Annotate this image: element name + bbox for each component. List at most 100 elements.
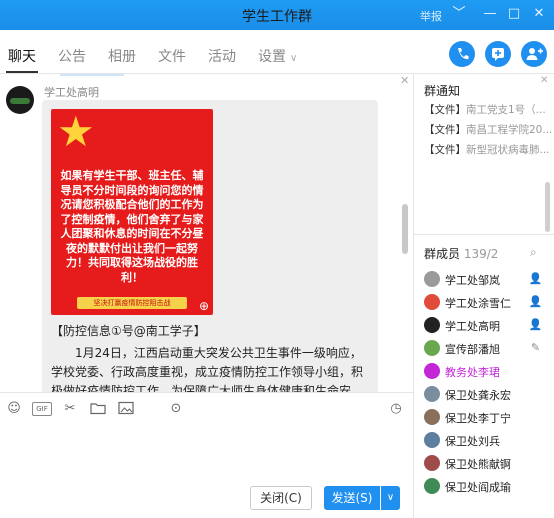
member-item[interactable]: 教务处李珺 <box>414 360 554 382</box>
members-label: 群成员 <box>424 247 461 261</box>
avatar[interactable] <box>6 86 34 114</box>
send-options-chevron-icon[interactable]: ∨ <box>381 486 400 510</box>
notice-item[interactable]: 【文件】南工党支1号（... <box>424 102 552 117</box>
chevron-down-icon: ∨ <box>290 53 298 64</box>
message-body: 1月24日，江西启动重大突发公共卫生事件一级响应，学校党委、行政高度重视，成立疫… <box>51 346 364 392</box>
gif-icon[interactable]: GIF <box>32 402 52 416</box>
notice-text: 南工党支1号（... <box>466 104 546 116</box>
avatar[interactable] <box>424 363 440 379</box>
zoom-icon[interactable]: ⊕ <box>199 299 209 313</box>
member-item[interactable]: 学工处高明 👤 <box>414 314 554 336</box>
notice-scrollbar[interactable] <box>545 182 550 232</box>
member-name: 教务处李珺 <box>445 366 500 379</box>
tab-settings-label: 设置 <box>258 49 286 65</box>
notice-tag: 【文件】 <box>424 104 466 116</box>
tab-bar: 聊天 公告 相册 文件 活动 设置 ∨ <box>0 30 554 74</box>
menu-chevron-icon[interactable]: ﹀ <box>450 5 468 23</box>
owner-badge-icon: 👤 <box>528 272 543 285</box>
avatar[interactable] <box>424 340 440 356</box>
avatar[interactable] <box>424 455 440 471</box>
avatar[interactable] <box>424 386 440 402</box>
poster-image[interactable]: ★ 如果有学生干部、班主任、辅导员不分时间段的询问您的情况请您积极配合他们的工作… <box>51 109 213 315</box>
send-button[interactable]: 发送(S) <box>324 486 380 510</box>
image-icon[interactable] <box>118 401 134 417</box>
edit-icon[interactable]: ✎ <box>528 340 543 355</box>
title-bar: 学生工作群 举报 ﹀ — □ ✕ <box>0 0 554 30</box>
avatar[interactable] <box>424 478 440 494</box>
input-toolbar: ☺ GIF ✂ ⊙ ◷ <box>0 392 413 426</box>
chat-area[interactable]: 学工处高明 ★ 如果有学生干部、班主任、辅导员不分时间段的询问您的情况请您积极配… <box>0 74 413 392</box>
member-item[interactable]: 保卫处李丁宁 <box>414 406 554 428</box>
chat-scrollbar[interactable] <box>402 204 408 254</box>
avatar[interactable] <box>424 432 440 448</box>
tab-activities[interactable]: 活动 <box>208 46 236 66</box>
member-name: 保卫处阎成瑜 <box>445 481 511 494</box>
member-name: 保卫处熊献锕 <box>445 458 511 471</box>
close-window-icon[interactable]: ✕ <box>530 5 548 23</box>
members-title: 群成员 139/2 <box>424 245 498 262</box>
tab-album[interactable]: 相册 <box>108 46 136 66</box>
history-clock-icon[interactable]: ◷ <box>388 401 404 417</box>
notice-tag: 【文件】 <box>424 144 466 156</box>
member-item[interactable]: 保卫处刘兵 <box>414 429 554 451</box>
active-tab-indicator <box>6 71 38 73</box>
members-header: 群成员 139/2 ⌕ <box>414 234 554 268</box>
admin-badge-icon: 👤 <box>528 295 543 308</box>
avatar[interactable] <box>424 409 440 425</box>
notice-item[interactable]: 【文件】南昌工程学院20... <box>424 122 552 137</box>
phone-icon <box>458 48 469 60</box>
notice-text: 新型冠状病毒肺... <box>466 144 550 156</box>
admin-badge-icon: 👤 <box>528 318 543 331</box>
scissors-icon[interactable]: ✂ <box>62 401 78 417</box>
group-notice-panel: 群通知 ✕ 【文件】南工党支1号（... 【文件】南昌工程学院20... 【文件… <box>414 74 554 234</box>
member-name: 保卫处刘兵 <box>445 435 500 448</box>
member-item[interactable]: 保卫处龚永宏 <box>414 383 554 405</box>
notice-item[interactable]: 【文件】新型冠状病毒肺... <box>424 142 552 157</box>
notice-tag: 【文件】 <box>424 124 466 136</box>
notice-text: 南昌工程学院20... <box>466 124 552 136</box>
member-item[interactable]: 保卫处熊献锕 <box>414 452 554 474</box>
member-item[interactable]: 保卫处阎成瑜 <box>414 475 554 497</box>
tab-announcement[interactable]: 公告 <box>58 46 86 66</box>
emoji-icon[interactable]: ☺ <box>6 401 22 417</box>
member-name: 宣传部潘旭 <box>445 343 500 356</box>
message-plus-icon <box>492 48 504 61</box>
folder-icon[interactable] <box>90 401 106 417</box>
avatar[interactable] <box>424 271 440 287</box>
member-item[interactable]: 学工处涂雪仁 👤 <box>414 291 554 313</box>
search-icon[interactable]: ⌕ <box>530 245 537 260</box>
add-member-button[interactable] <box>521 41 547 67</box>
window-title: 学生工作群 <box>242 9 312 25</box>
message-title: 【防控信息①号@南工学子】 <box>51 324 206 338</box>
poster-banner: 坚决打赢疫情防控阻击战 <box>77 297 187 309</box>
tab-chat[interactable]: 聊天 <box>8 46 36 66</box>
message-bubble: ★ 如果有学生干部、班主任、辅导员不分时间段的询问您的情况请您积极配合他们的工作… <box>42 100 378 392</box>
call-button[interactable] <box>449 41 475 67</box>
member-name: 学工处高明 <box>445 320 500 333</box>
avatar[interactable] <box>424 317 440 333</box>
group-chat-button[interactable] <box>485 41 511 67</box>
member-item[interactable]: 宣传部潘旭 ✎ <box>414 337 554 359</box>
scroll-top-indicator <box>60 74 124 76</box>
notice-title: 群通知 <box>424 84 461 98</box>
report-link[interactable]: 举报 <box>420 8 442 24</box>
close-button[interactable]: 关闭(C) <box>250 486 312 510</box>
add-user-icon <box>526 48 543 60</box>
member-name: 学工处涂雪仁 <box>445 297 511 310</box>
avatar[interactable] <box>424 294 440 310</box>
member-item[interactable]: 学工处邹岚 👤 <box>414 268 554 290</box>
close-icon[interactable]: ✕ <box>540 75 548 86</box>
minimize-icon[interactable]: — <box>481 5 499 23</box>
maximize-icon[interactable]: □ <box>505 5 523 23</box>
message-sender: 学工处高明 <box>44 86 99 99</box>
more-icon[interactable]: ⊙ <box>168 401 184 417</box>
star-icon: ★ <box>57 109 95 156</box>
member-name: 保卫处李丁宁 <box>445 412 511 425</box>
member-name: 学工处邹岚 <box>445 274 500 287</box>
tab-settings[interactable]: 设置 ∨ <box>258 46 297 66</box>
tab-files[interactable]: 文件 <box>158 46 186 66</box>
member-name: 保卫处龚永宏 <box>445 389 511 402</box>
close-icon[interactable]: ✕ <box>400 74 409 87</box>
poster-text: 如果有学生干部、班主任、辅导员不分时间段的询问您的情况请您积极配合他们的工作为了… <box>60 169 204 284</box>
members-count: 139/2 <box>463 247 499 261</box>
